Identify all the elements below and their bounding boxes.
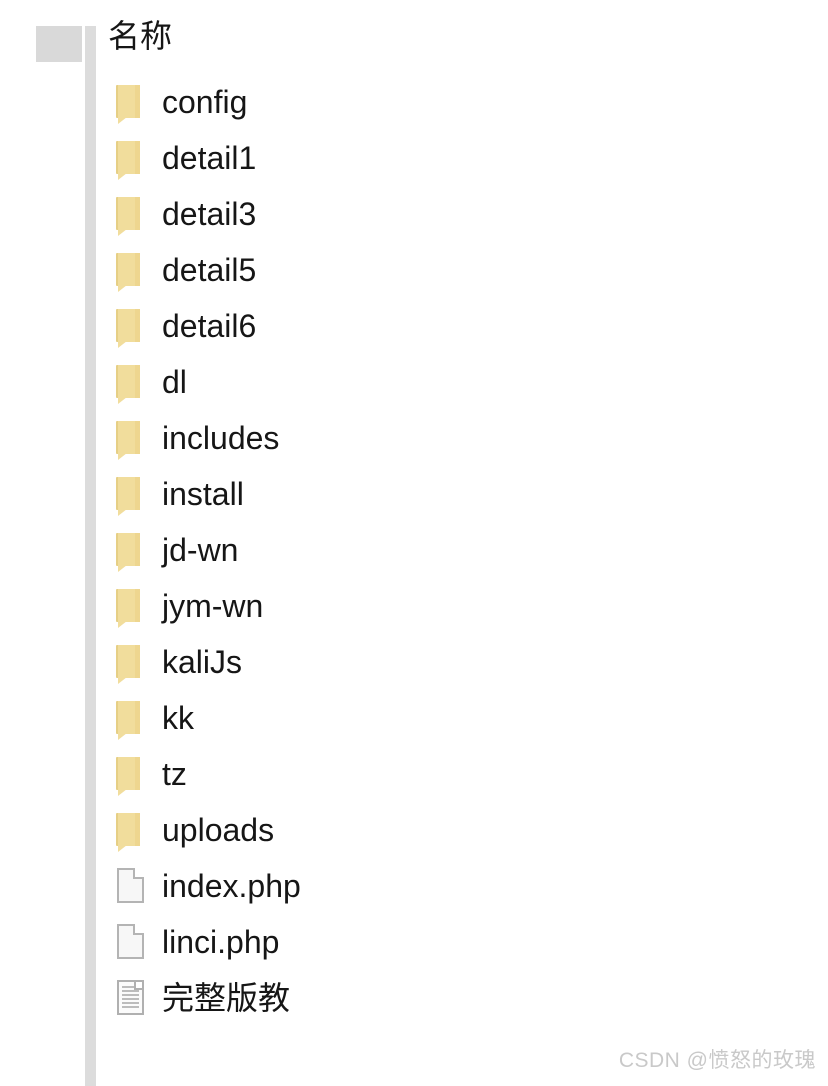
vertical-scrollbar-track[interactable] bbox=[812, 0, 828, 1086]
file-list-item-label: tz bbox=[162, 756, 187, 792]
folder-glyph bbox=[116, 701, 140, 734]
folder-icon bbox=[116, 139, 150, 177]
folder-icon bbox=[116, 307, 150, 345]
page-glyph bbox=[117, 924, 144, 959]
file-list-item-label: includes bbox=[162, 420, 280, 456]
file-blank-icon bbox=[116, 923, 150, 961]
column-header-name[interactable]: 名称 bbox=[108, 14, 172, 58]
file-list-item[interactable]: detail3 bbox=[96, 186, 306, 242]
file-list-item-label: uploads bbox=[162, 812, 275, 848]
file-list-item[interactable]: detail6 bbox=[96, 298, 306, 354]
folder-glyph bbox=[116, 477, 140, 510]
file-list-item-label: jd-wn bbox=[162, 532, 239, 568]
file-list-item-label: install bbox=[162, 476, 244, 512]
csdn-watermark: CSDN @愤怒的玫瑰 bbox=[618, 1049, 816, 1072]
file-list-item[interactable]: includes bbox=[96, 410, 306, 466]
file-list-item[interactable]: jd-wn bbox=[96, 522, 306, 578]
file-list-item[interactable]: detail1 bbox=[96, 130, 306, 186]
file-list-item-label: 完整版教 bbox=[162, 980, 291, 1016]
folder-glyph bbox=[116, 309, 140, 342]
file-blank-icon bbox=[116, 867, 150, 905]
file-document-icon bbox=[116, 979, 150, 1017]
folder-glyph bbox=[116, 813, 140, 846]
folder-glyph bbox=[116, 365, 140, 398]
file-list-item[interactable]: uploads bbox=[96, 802, 306, 858]
folder-glyph bbox=[116, 85, 140, 118]
folder-glyph bbox=[116, 421, 140, 454]
folder-icon bbox=[116, 195, 150, 233]
folder-icon bbox=[116, 531, 150, 569]
folder-icon bbox=[116, 811, 150, 849]
file-list-item-label: detail6 bbox=[162, 308, 257, 344]
file-list-item-label: kk bbox=[162, 700, 194, 736]
file-list-item-label: detail1 bbox=[162, 140, 257, 176]
document-lines bbox=[122, 986, 139, 1010]
page-glyph bbox=[117, 868, 144, 903]
file-list-item[interactable]: index.php bbox=[96, 858, 306, 914]
file-list-item[interactable]: install bbox=[96, 466, 306, 522]
file-list-item-label: detail3 bbox=[162, 196, 257, 232]
file-list-item-label: kaliJs bbox=[162, 644, 243, 680]
folder-glyph bbox=[116, 253, 140, 286]
navigation-pane-placeholder[interactable] bbox=[36, 26, 82, 62]
file-list-item-label: jym-wn bbox=[162, 588, 264, 624]
file-list-pane: 名称 config detail1 detail3 detail5 detail6 dl i… bbox=[96, 0, 306, 1086]
folder-icon bbox=[116, 475, 150, 513]
file-list-item[interactable]: dl bbox=[96, 354, 306, 410]
folder-icon bbox=[116, 587, 150, 625]
folder-glyph bbox=[116, 589, 140, 622]
file-list-item[interactable]: jym-wn bbox=[96, 578, 306, 634]
folder-icon bbox=[116, 419, 150, 457]
folder-glyph bbox=[116, 645, 140, 678]
file-list-item-label: detail5 bbox=[162, 252, 257, 288]
file-list-item[interactable]: detail5 bbox=[96, 242, 306, 298]
folder-glyph bbox=[116, 533, 140, 566]
file-list-item-label: index.php bbox=[162, 868, 301, 904]
document-glyph bbox=[117, 980, 144, 1015]
file-list: config detail1 detail3 detail5 detail6 dl incl… bbox=[96, 74, 306, 1026]
folder-icon bbox=[116, 363, 150, 401]
folder-icon bbox=[116, 755, 150, 793]
folder-glyph bbox=[116, 757, 140, 790]
file-list-item-label: linci.php bbox=[162, 924, 280, 960]
file-list-item[interactable]: kaliJs bbox=[96, 634, 306, 690]
file-list-item[interactable]: config bbox=[96, 74, 306, 130]
file-list-item-label: dl bbox=[162, 364, 187, 400]
folder-glyph bbox=[116, 197, 140, 230]
file-list-item[interactable]: kk bbox=[96, 690, 306, 746]
file-list-item-label: config bbox=[162, 84, 248, 120]
folder-glyph bbox=[116, 141, 140, 174]
navigation-pane-divider bbox=[85, 26, 96, 1086]
folder-icon bbox=[116, 251, 150, 289]
folder-icon bbox=[116, 643, 150, 681]
file-list-item[interactable]: tz bbox=[96, 746, 306, 802]
file-list-item[interactable]: linci.php bbox=[96, 914, 306, 970]
file-list-item[interactable]: 完整版教 bbox=[96, 970, 306, 1026]
folder-icon bbox=[116, 699, 150, 737]
folder-icon bbox=[116, 83, 150, 121]
